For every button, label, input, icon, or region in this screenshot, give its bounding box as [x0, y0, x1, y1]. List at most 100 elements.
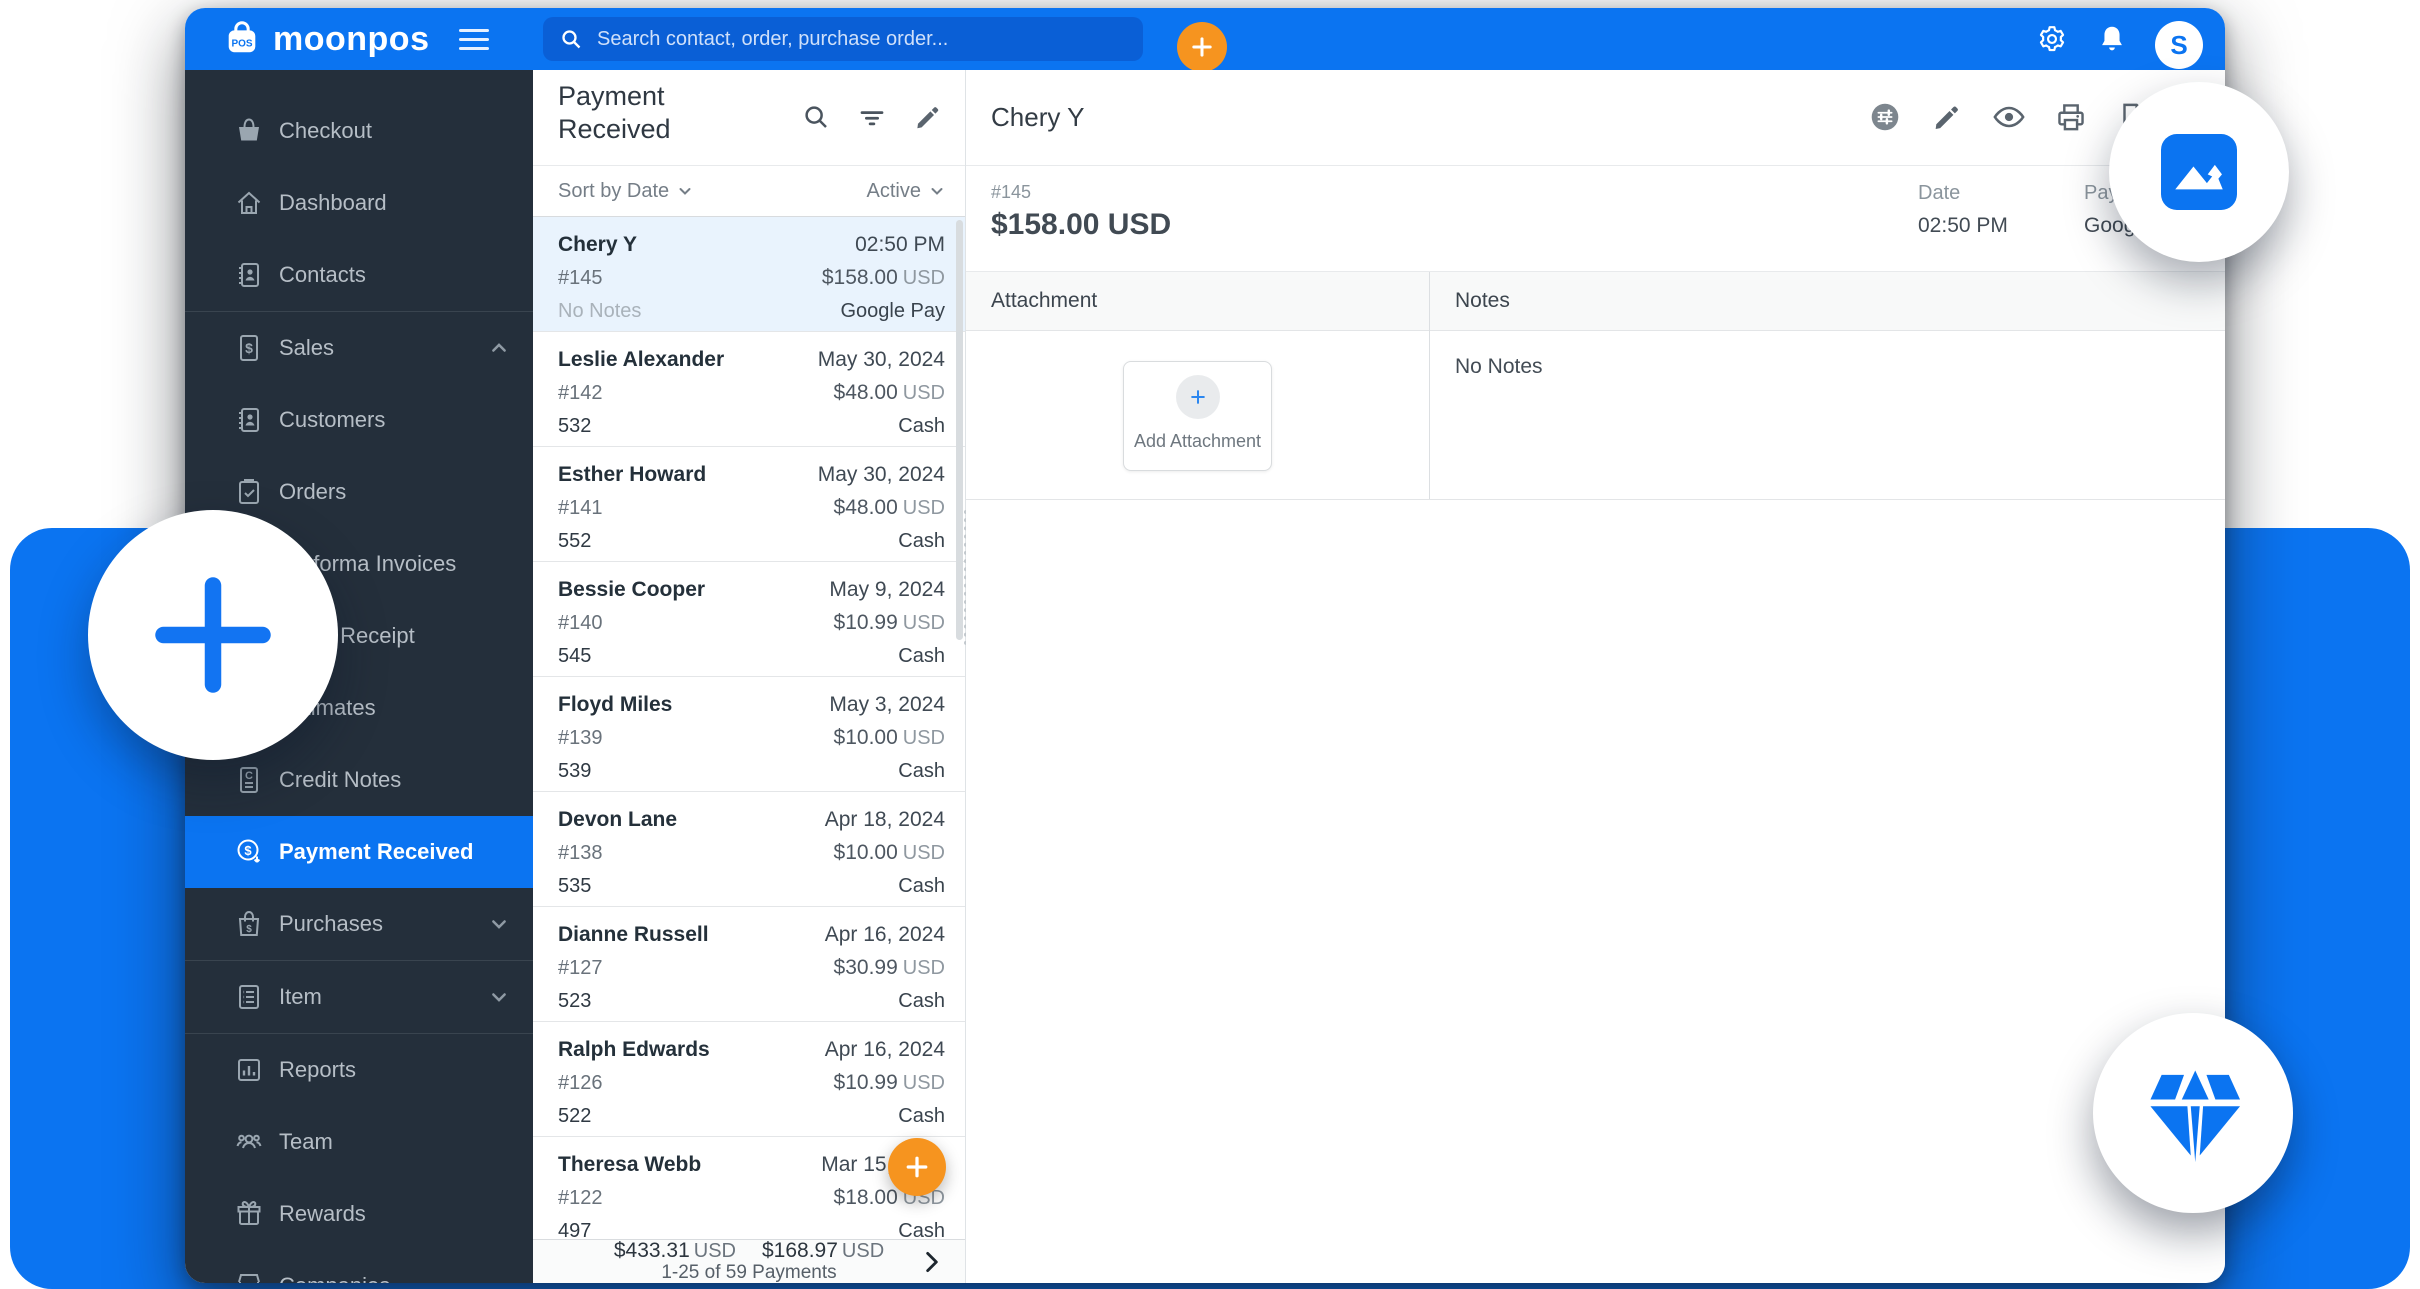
list-edit-button[interactable] [913, 102, 943, 132]
payment-list-item[interactable]: Ralph EdwardsApr 16, 2024#126$10.99USD52… [533, 1022, 965, 1137]
svg-text:$: $ [244, 843, 252, 858]
payment-list-item[interactable]: Devon LaneApr 18, 2024#138$10.00USD535Ca… [533, 792, 965, 907]
payments-list: Chery Y02:50 PM#145$158.00USDNo NotesGoo… [533, 217, 965, 1239]
sidebar-item-companies[interactable]: Companies [185, 1250, 533, 1283]
payment-date: Apr 16, 2024 [825, 918, 945, 951]
status-filter-dropdown[interactable]: Active [867, 180, 945, 203]
attachment-section: Attachment Add Attachment [966, 272, 1430, 499]
sidebar-item-payment-received[interactable]: $Payment Received [185, 816, 533, 888]
global-search[interactable] [543, 17, 1143, 61]
add-attachment-button[interactable]: Add Attachment [1123, 361, 1272, 471]
payment-icon: $ [233, 836, 265, 868]
sidebar-item-label: Checkout [279, 118, 372, 144]
sidebar-item-customers[interactable]: Customers [185, 384, 533, 456]
payment-date: Apr 16, 2024 [825, 1033, 945, 1066]
payment-name: Leslie Alexander [558, 343, 724, 376]
payment-amount: $10.00USD [834, 721, 945, 755]
sidebar-item-label: Purchases [279, 911, 383, 937]
notifications-button[interactable] [2095, 22, 2129, 56]
add-payment-fab[interactable] [888, 1138, 946, 1196]
payment-method: Google Pay [840, 295, 945, 327]
pencil-icon [913, 102, 943, 132]
contacts-icon [233, 259, 265, 291]
detail-header: Chery Y [966, 70, 2225, 166]
global-search-input[interactable] [595, 27, 1119, 52]
hamburger-menu-icon[interactable] [459, 29, 489, 50]
payment-number: #145 [558, 261, 603, 295]
payment-list-item[interactable]: Leslie AlexanderMay 30, 2024#142$48.00US… [533, 332, 965, 447]
sidebar-item-item[interactable]: Item [185, 961, 533, 1033]
payment-ref: 522 [558, 1100, 591, 1132]
sidebar-item-dashboard[interactable]: Dashboard [185, 167, 533, 239]
home-icon [233, 187, 265, 219]
sidebar-item-label: Dashboard [279, 190, 387, 216]
payment-ref: 497 [558, 1215, 591, 1239]
payment-method: Cash [898, 1100, 945, 1132]
next-page-button[interactable] [919, 1249, 945, 1275]
payment-amount: $48.00USD [834, 376, 945, 410]
payment-number: #140 [558, 606, 603, 640]
payment-number: #139 [558, 721, 603, 755]
gear-icon [2035, 22, 2069, 56]
chevron-up-icon [489, 338, 509, 358]
reports-icon [233, 1054, 265, 1086]
eye-icon [1991, 99, 2027, 135]
payment-list-item[interactable]: Bessie CooperMay 9, 2024#140$10.99USD545… [533, 562, 965, 677]
quick-add-button[interactable] [1177, 22, 1227, 72]
payment-date: Apr 18, 2024 [825, 803, 945, 836]
list-search-button[interactable] [801, 102, 831, 132]
list-scrollbar[interactable] [956, 220, 963, 640]
decorative-photo-badge [2109, 82, 2289, 262]
payment-amount: $30.99USD [834, 951, 945, 985]
notes-content: No Notes [1430, 331, 2225, 379]
payment-method: Cash [898, 870, 945, 902]
sidebar-item-label: Customers [279, 407, 385, 433]
page: POS moonpos S CheckoutDashboardContact [0, 0, 2420, 1289]
payment-date: May 3, 2024 [829, 688, 945, 721]
detail-print-button[interactable] [2052, 98, 2090, 136]
payment-date: 02:50 PM [855, 228, 945, 261]
credit-icon: C [233, 764, 265, 796]
payment-list-item[interactable]: Floyd MilesMay 3, 2024#139$10.00USD539Ca… [533, 677, 965, 792]
payment-number: #145 [991, 182, 1031, 203]
sidebar-item-contacts[interactable]: Contacts [185, 239, 533, 311]
sidebar-item-rewards[interactable]: Rewards [185, 1178, 533, 1250]
payment-name: Theresa Webb [558, 1148, 701, 1181]
payment-number: #126 [558, 1066, 603, 1100]
sort-by-dropdown[interactable]: Sort by Date [558, 180, 693, 203]
list-footer: $433.31USD $168.97USD 1-25 of 59 Payment… [533, 1239, 965, 1283]
user-avatar[interactable]: S [2155, 21, 2203, 69]
payment-list-item[interactable]: Dianne RussellApr 16, 2024#127$30.99USD5… [533, 907, 965, 1022]
search-icon [801, 102, 831, 132]
list-filter-button[interactable] [857, 102, 887, 132]
sidebar-item-label: Companies [279, 1273, 390, 1283]
shopping-bag-logo-icon: POS [223, 18, 261, 61]
payment-list-item[interactable]: Esther HowardMay 30, 2024#141$48.00USD55… [533, 447, 965, 562]
sidebar-item-purchases[interactable]: $ Purchases [185, 888, 533, 960]
store-icon [233, 1270, 265, 1283]
photo-icon [2161, 134, 2237, 210]
detail-preview-button[interactable] [1990, 98, 2028, 136]
payment-number: #138 [558, 836, 603, 870]
detail-tune-button[interactable] [1866, 98, 1904, 136]
payment-method: Cash [898, 985, 945, 1017]
chevron-right-icon [919, 1249, 945, 1275]
svg-text:C: C [245, 770, 253, 782]
payments-list-panel: Payment Received [533, 70, 966, 1283]
brand-logo[interactable]: POS moonpos [223, 18, 429, 61]
bell-icon [2095, 22, 2129, 56]
diamond-icon [2137, 1057, 2249, 1169]
detail-edit-button[interactable] [1928, 98, 1966, 136]
chevron-down-icon [489, 914, 509, 934]
sidebar-item-label: Orders [279, 479, 346, 505]
contacts-icon [233, 404, 265, 436]
payment-amount: $158.00USD [822, 261, 945, 295]
sidebar-item-reports[interactable]: Reports [185, 1034, 533, 1106]
payment-list-item[interactable]: Chery Y02:50 PM#145$158.00USDNo NotesGoo… [533, 217, 965, 332]
svg-text:$: $ [246, 924, 252, 935]
sidebar-item-sales[interactable]: $Sales [185, 312, 533, 384]
payment-method: Cash [898, 640, 945, 672]
sidebar-item-team[interactable]: Team [185, 1106, 533, 1178]
settings-button[interactable] [2035, 22, 2069, 56]
sidebar-item-checkout[interactable]: Checkout [185, 95, 533, 167]
